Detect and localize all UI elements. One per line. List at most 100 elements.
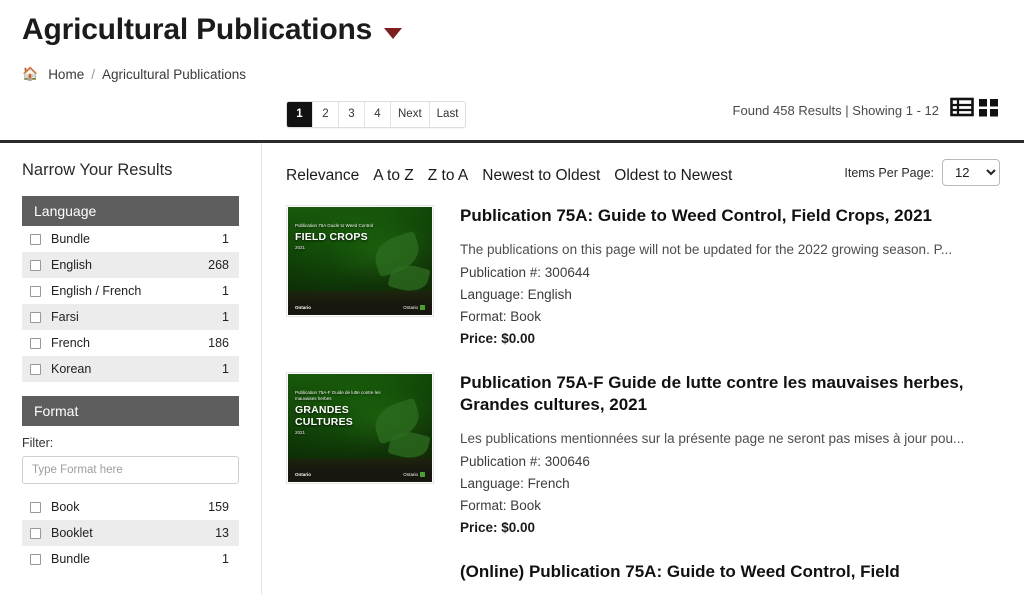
facet-option-count: 1 — [222, 232, 229, 246]
caret-down-icon[interactable] — [384, 27, 403, 39]
facet-option-count: 268 — [208, 258, 229, 272]
sidebar-title: Narrow Your Results — [22, 161, 173, 179]
result-body: (Online) Publication 75A: Guide to Weed … — [460, 561, 1000, 595]
facet-option-label: Book — [51, 500, 80, 514]
sort-option-a-to-z[interactable]: A to Z — [373, 167, 414, 185]
result-body: Publication 75A-F Guide de lutte contre … — [460, 372, 1000, 539]
facet-header-language[interactable]: Language — [22, 196, 239, 226]
result-publication-number: Publication #: 300644 — [460, 265, 590, 280]
ontario-square-icon — [420, 305, 425, 310]
result-item: Publication 75A Guide to Weed Control FI… — [286, 205, 1000, 350]
checkbox-language-english-french[interactable] — [30, 285, 41, 297]
result-title[interactable]: Publication 75A: Guide to Weed Control, … — [460, 205, 1000, 227]
facet-option-farsi[interactable]: Farsi 1 — [22, 304, 239, 330]
checkbox-language-farsi[interactable] — [30, 311, 41, 323]
cover-title: GRANDES CULTURES — [295, 404, 353, 428]
cover-brand: Ontario — [295, 472, 312, 477]
facet-option-count: 1 — [222, 310, 229, 324]
result-item: (Online) Publication 75A: Guide to Weed … — [286, 561, 1000, 595]
result-title[interactable]: (Online) Publication 75A: Guide to Weed … — [460, 561, 1000, 583]
list-view-icon[interactable] — [950, 95, 974, 119]
facet-option-bundle-format[interactable]: Bundle 1 — [22, 546, 239, 572]
pagination-page-2[interactable]: 2 — [313, 101, 339, 127]
facet-option-count: 1 — [222, 284, 229, 298]
cover-supertitle: Publication 75A Guide to Weed Control — [295, 223, 373, 228]
cover-title: FIELD CROPS — [295, 231, 368, 243]
checkbox-format-book[interactable] — [30, 501, 41, 513]
checkbox-format-bundle[interactable] — [30, 553, 41, 565]
sort-bar: Relevance A to Z Z to A Newest to Oldest… — [286, 159, 1000, 191]
items-per-page-select[interactable]: 12 24 48 96 — [942, 159, 1000, 186]
result-format: Format: Book — [460, 498, 542, 513]
facet-option-count: 1 — [222, 362, 229, 376]
facet-option-count: 1 — [222, 552, 229, 566]
sort-option-z-to-a[interactable]: Z to A — [428, 167, 469, 185]
page-title: Agricultural Publications — [22, 8, 1002, 52]
items-per-page-control: Items Per Page: 12 24 48 96 — [844, 159, 1000, 186]
sort-option-oldest-to-newest[interactable]: Oldest to Newest — [614, 167, 732, 185]
cover-year: 2021 — [295, 430, 306, 435]
view-toggles — [950, 95, 1000, 119]
pagination-page-1[interactable]: 1 — [287, 101, 313, 127]
cover-text: Publication 75A Guide to Weed Control FI… — [295, 223, 392, 250]
pagination-last-button[interactable]: Last — [429, 101, 466, 127]
cover-supertitle: Publication 75A-F Guide de lutte contre … — [295, 390, 381, 401]
body-wrapper: Narrow Your Results Language Bundle 1 En… — [0, 143, 1024, 595]
results-summary: Found 458 Results | Showing 1 - 12 — [732, 103, 939, 118]
results-list: Publication 75A Guide to Weed Control FI… — [286, 205, 1000, 595]
checkbox-language-bundle[interactable] — [30, 233, 41, 245]
breadcrumb: 🏠 Home / Agricultural Publications — [0, 52, 1024, 82]
cover-ontario-logo: Ontario — [403, 472, 425, 477]
facet-option-count: 13 — [215, 526, 229, 540]
checkbox-language-french[interactable] — [30, 337, 41, 349]
breadcrumb-home-link[interactable]: Home — [48, 67, 84, 82]
cover-year: 2021 — [295, 245, 306, 250]
checkbox-format-booklet[interactable] — [30, 527, 41, 539]
format-filter-label: Filter: — [22, 436, 54, 450]
result-language: Language: French — [460, 476, 570, 491]
result-body: Publication 75A: Guide to Weed Control, … — [460, 205, 1000, 350]
facet-option-bundle[interactable]: Bundle 1 — [22, 226, 239, 252]
pager-bar: 1 2 3 4 Next Last Found 458 Results | Sh… — [0, 82, 1024, 132]
facet-option-korean[interactable]: Korean 1 — [22, 356, 239, 382]
facet-option-booklet[interactable]: Booklet 13 — [22, 520, 239, 546]
page-header: Agricultural Publications — [0, 0, 1024, 52]
sort-option-relevance[interactable]: Relevance — [286, 167, 359, 185]
pagination-page-3[interactable]: 3 — [339, 101, 365, 127]
facet-option-book[interactable]: Book 159 — [22, 494, 239, 520]
result-language: Language: English — [460, 287, 572, 302]
facet-option-label: Farsi — [51, 310, 79, 324]
result-thumbnail[interactable]: Publication 75A-F Guide de lutte contre … — [286, 372, 434, 484]
facet-option-count: 159 — [208, 500, 229, 514]
checkbox-language-english[interactable] — [30, 259, 41, 271]
pagination: 1 2 3 4 Next Last — [286, 100, 467, 128]
checkbox-language-korean[interactable] — [30, 363, 41, 375]
facet-option-count: 186 — [208, 336, 229, 350]
result-publication-number: Publication #: 300646 — [460, 454, 590, 469]
home-icon[interactable]: 🏠 — [22, 66, 38, 82]
facet-header-format[interactable]: Format — [22, 396, 239, 426]
pagination-next-button[interactable]: Next — [391, 101, 430, 127]
facet-option-label: Booklet — [51, 526, 93, 540]
book-cover-image: Publication 75A-F Guide de lutte contre … — [288, 374, 432, 482]
sort-option-newest-to-oldest[interactable]: Newest to Oldest — [482, 167, 600, 185]
breadcrumb-separator: / — [91, 66, 95, 82]
format-filter-input[interactable] — [22, 456, 239, 484]
result-title[interactable]: Publication 75A-F Guide de lutte contre … — [460, 372, 1000, 416]
pagination-page-4[interactable]: 4 — [365, 101, 391, 127]
result-price: Price: $0.00 — [460, 520, 536, 535]
result-thumbnail[interactable]: Publication 75A Guide to Weed Control FI… — [286, 205, 434, 317]
result-format: Format: Book — [460, 309, 542, 324]
page-title-text: Agricultural Publications — [22, 13, 373, 46]
book-cover-image: Publication 75A Guide to Weed Control FI… — [288, 207, 432, 315]
facet-option-english-french[interactable]: English / French 1 — [22, 278, 239, 304]
facet-option-french[interactable]: French 186 — [22, 330, 239, 356]
facet-option-english[interactable]: English 268 — [22, 252, 239, 278]
facet-option-label: English / French — [51, 284, 142, 298]
results-panel: Relevance A to Z Z to A Newest to Oldest… — [262, 143, 1024, 595]
breadcrumb-current: Agricultural Publications — [101, 66, 247, 82]
facet-option-label: French — [51, 336, 90, 350]
facet-option-label: English — [51, 258, 92, 272]
grid-view-icon[interactable] — [978, 96, 1000, 118]
facet-option-label: Korean — [51, 362, 92, 376]
